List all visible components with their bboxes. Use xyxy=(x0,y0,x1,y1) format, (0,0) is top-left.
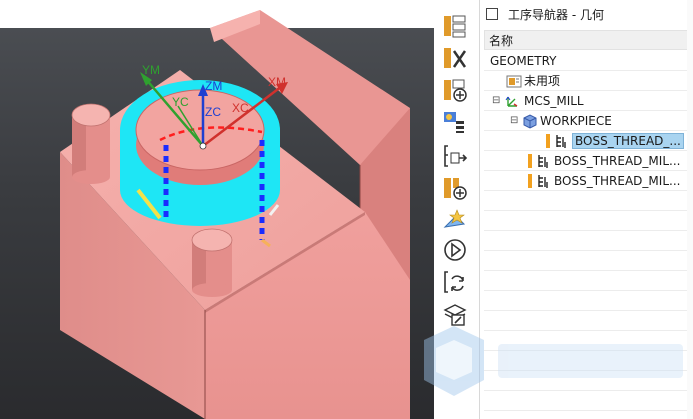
column-header-name[interactable]: 名称 xyxy=(484,30,688,50)
geometry-view-button[interactable] xyxy=(441,76,469,104)
create-operation-button[interactable] xyxy=(441,174,469,202)
empty-row xyxy=(484,211,688,231)
tree-node-label: 未用项 xyxy=(524,74,561,88)
tree-node-boss-thread-3[interactable]: BOSS_THREAD_MIL... xyxy=(484,171,688,191)
thread-milling-operation-icon xyxy=(538,174,548,188)
tree-node-mcs-mill[interactable]: ⊟ MCS_MILL xyxy=(484,91,688,111)
tree-node-label: BOSS_THREAD_... xyxy=(572,132,684,149)
tree-node-unused-items[interactable]: 未用项 xyxy=(484,71,688,91)
play-icon xyxy=(444,239,466,261)
thread-milling-operation-icon xyxy=(538,154,548,168)
status-mark xyxy=(528,173,532,188)
tree-node-boss-thread-2[interactable]: BOSS_THREAD_MIL... xyxy=(484,151,688,171)
generate-toolpath-icon xyxy=(444,145,468,167)
axis-label-zc: ZC xyxy=(205,105,221,119)
machining-method-view-button[interactable] xyxy=(441,108,469,136)
axis-label-xc: XC xyxy=(232,101,249,115)
axis-label-yc: YC xyxy=(172,95,189,109)
empty-row xyxy=(484,191,688,211)
tree-node-label: BOSS_THREAD_MIL... xyxy=(554,173,681,188)
navigator-title-bar: 工序导航器 - 几何 xyxy=(480,0,693,28)
empty-row xyxy=(484,251,688,271)
tree-node-workpiece[interactable]: ⊟ WORKPIECE xyxy=(484,111,688,131)
replay-toolpath-button[interactable] xyxy=(441,236,469,264)
empty-row xyxy=(484,391,688,411)
thread-milling-operation-icon xyxy=(556,134,566,148)
machining-method-view-icon xyxy=(444,112,464,133)
navigator-title: 工序导航器 - 几何 xyxy=(508,7,604,22)
part-model-render: YM YC ZM ZC XM XC xyxy=(60,10,410,419)
empty-row xyxy=(484,231,688,251)
shop-docs-button[interactable] xyxy=(441,300,469,328)
column-header-label: 名称 xyxy=(489,33,514,48)
tree-node-label: WORKPIECE xyxy=(540,113,612,128)
refresh-sequence-icon xyxy=(444,271,464,293)
axis-label-ym: YM xyxy=(142,63,160,77)
layers-edit-icon xyxy=(443,304,467,326)
empty-row xyxy=(484,331,688,351)
operation-navigator-panel: 工序导航器 - 几何 名称 GEOMETRY 未用项 ⊟ MCS_MILL ⊟ … xyxy=(479,0,693,419)
panel-checkbox[interactable] xyxy=(486,8,498,20)
verify-toolpath-icon xyxy=(443,209,466,228)
tree-node-label: GEOMETRY xyxy=(490,53,557,68)
status-mark xyxy=(528,153,532,168)
generate-toolpath-button[interactable] xyxy=(441,142,469,170)
unused-items-icon xyxy=(506,75,522,87)
panel-scrollbar[interactable] xyxy=(687,0,693,419)
resource-toolbar xyxy=(434,0,474,419)
right-pin xyxy=(191,228,233,297)
program-order-view-icon xyxy=(444,15,466,38)
mcs-csys-icon xyxy=(505,96,518,107)
tree-node-boss-thread-1[interactable]: BOSS_THREAD_... xyxy=(484,131,688,151)
workpiece-icon xyxy=(523,113,537,129)
boss-highlight xyxy=(120,80,280,226)
tree-node-label: MCS_MILL xyxy=(524,93,584,108)
tree-node-geometry[interactable]: GEOMETRY xyxy=(484,51,688,71)
empty-row xyxy=(484,291,688,311)
graphics-viewport[interactable]: YM YC ZM ZC XM XC xyxy=(0,0,434,419)
geometry-view-icon xyxy=(444,79,467,102)
left-pin xyxy=(71,103,111,184)
machine-tool-view-icon xyxy=(444,48,467,68)
verify-toolpath-button[interactable] xyxy=(441,206,469,234)
status-mark xyxy=(546,133,550,148)
collapse-toggle-icon[interactable]: ⊟ xyxy=(510,115,522,126)
empty-row xyxy=(484,351,688,371)
empty-row xyxy=(484,371,688,391)
post-process-button[interactable] xyxy=(441,268,469,296)
axis-label-xm: XM xyxy=(268,75,286,89)
empty-row xyxy=(484,271,688,291)
create-operation-icon xyxy=(444,178,467,200)
machine-tool-view-button[interactable] xyxy=(441,44,469,72)
tree-node-label: BOSS_THREAD_MIL... xyxy=(554,153,681,168)
axis-label-zm: ZM xyxy=(205,79,222,93)
collapse-toggle-icon[interactable]: ⊟ xyxy=(492,95,504,106)
empty-row xyxy=(484,311,688,331)
program-order-view-button[interactable] xyxy=(441,12,469,40)
